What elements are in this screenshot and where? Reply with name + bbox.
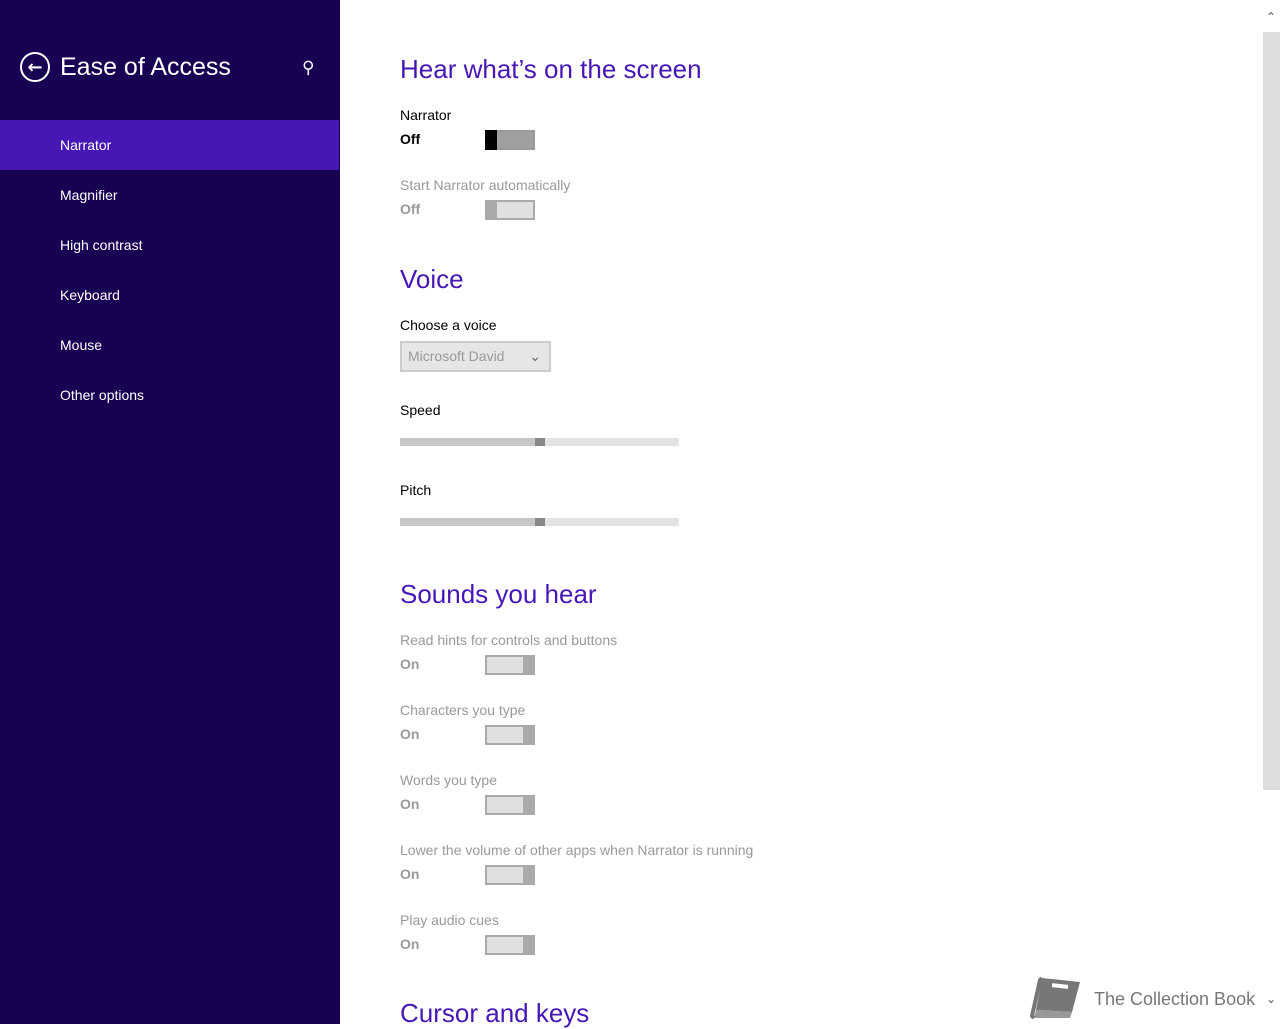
scrollbar-thumb[interactable] [1263,32,1280,790]
sound-option-label: Words you type [400,772,498,788]
sidebar-item-magnifier[interactable]: Magnifier [0,170,339,220]
pitch-slider[interactable] [400,518,679,526]
section-heading: Cursor and keys [400,998,590,1028]
voice-value: Microsoft David [408,348,505,364]
pitch-label: Pitch [400,482,432,498]
sound-option-state: On [400,936,420,952]
sound-option-toggle[interactable] [485,935,535,955]
slider-thumb[interactable] [534,518,545,526]
section-heading: Sounds you hear [400,579,597,609]
section-heading: Voice [400,264,464,294]
sound-option-state: On [400,866,420,882]
section-heading: Hear what’s on the screen [400,54,702,84]
sound-option-toggle[interactable] [485,725,535,745]
scroll-down-icon[interactable]: ⌄ [1266,992,1276,1006]
sound-option-toggle[interactable] [485,795,535,815]
search-icon[interactable]: ⚲ [302,58,314,78]
scroll-up-icon[interactable]: ⌃ [1266,10,1276,24]
sidebar: ← Ease of Access ⚲ Narrator Magnifier Hi… [0,0,340,1024]
voice-dropdown[interactable]: Microsoft David ⌄ [400,341,551,372]
auto-start-label: Start Narrator automatically [400,177,571,193]
choose-voice-label: Choose a voice [400,317,497,333]
chevron-down-icon: ⌄ [529,348,541,364]
sound-option-state: On [400,656,420,672]
sidebar-item-narrator[interactable]: Narrator [0,120,339,170]
sound-option-state: On [400,796,420,812]
auto-start-state: Off [400,201,421,217]
watermark-text: The Collection Book [1094,988,1256,1009]
narrator-toggle[interactable] [485,130,535,150]
sound-option-label: Play audio cues [400,912,499,928]
slider-thumb[interactable] [534,438,545,446]
auto-start-toggle[interactable] [485,200,535,220]
watermark: The Collection Book [1030,976,1255,1022]
sound-option-label: Read hints for controls and buttons [400,632,618,648]
speed-slider[interactable] [400,438,679,446]
speed-label: Speed [400,402,441,418]
sound-option-state: On [400,726,420,742]
sound-option-toggle[interactable] [485,865,535,885]
sound-option-toggle[interactable] [485,655,535,675]
back-arrow-icon[interactable]: ← [20,52,50,82]
sidebar-item-keyboard[interactable]: Keyboard [0,270,339,320]
sidebar-item-mouse[interactable]: Mouse [0,320,339,370]
sound-option-label: Characters you type [400,702,526,718]
sound-option-label: Lower the volume of other apps when Narr… [400,842,754,858]
page-title: Ease of Access [60,52,231,81]
book-icon [1030,976,1080,1020]
scrollbar[interactable]: ⌃ ⌄ [1263,0,1280,1024]
sidebar-item-high-contrast[interactable]: High contrast [0,220,339,270]
narrator-state: Off [400,131,421,147]
narrator-label: Narrator [400,107,452,123]
sidebar-item-other-options[interactable]: Other options [0,370,339,420]
